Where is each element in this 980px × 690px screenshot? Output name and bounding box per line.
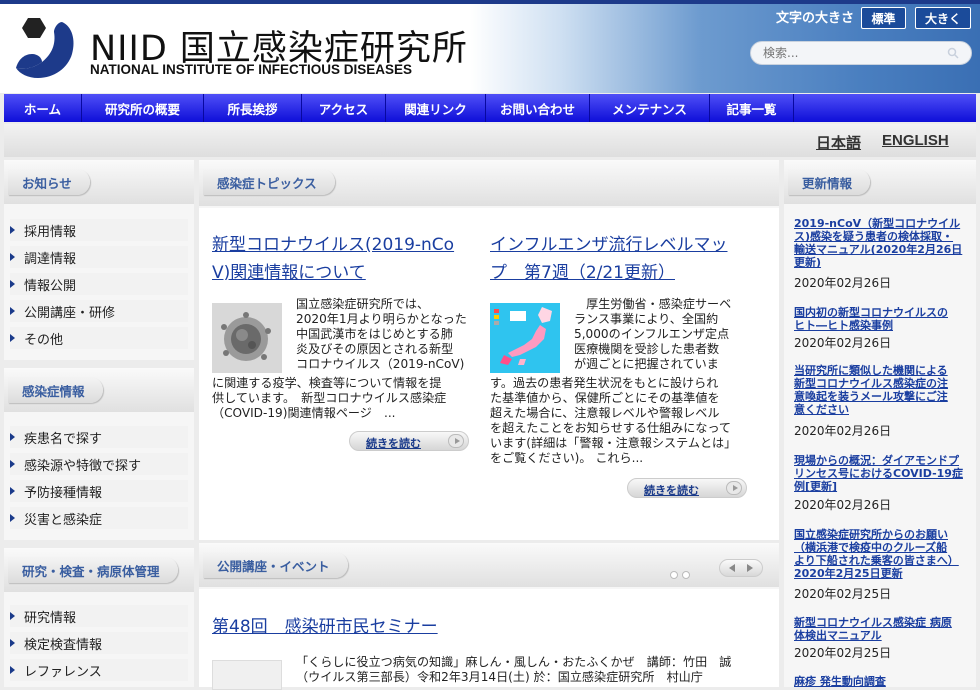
arrow-icon xyxy=(10,487,15,495)
research-title: 研究・検査・病原体管理 xyxy=(8,557,178,583)
update-date-6: 2020年02月25日 xyxy=(794,646,892,660)
article-covid-text-top: 国立感染症研究所では、 2020年1月より明らかとなった 中国武漢市をはじめとす… xyxy=(296,297,467,371)
article-flu-readmore-button[interactable]: 続きを読む xyxy=(627,478,747,498)
coronavirus-image xyxy=(212,303,282,373)
nav-maintenance[interactable]: メンテナンス xyxy=(590,94,710,122)
event-thumbnail xyxy=(212,660,282,690)
update-link-2[interactable]: 国内初の新型コロナウイルスの ヒト―ヒト感染事例 xyxy=(794,306,964,332)
article-flu-text-top: 厚生労働省・感染症サーベ ランス事業により、全国約 5,000のインフルエンザ定… xyxy=(574,297,732,371)
carousel-controls xyxy=(719,559,763,577)
menu-item-disaster[interactable]: 災害と感染症 xyxy=(10,507,188,529)
update-link-1[interactable]: 2019-nCoV（新型コロナウイル ス)感染を疑う患者の検体採取・ 輸送マニュ… xyxy=(794,217,964,269)
lang-japanese-link[interactable]: 日本語 xyxy=(816,132,861,153)
carousel-dot-2[interactable] xyxy=(682,571,690,579)
arrow-icon xyxy=(10,460,15,468)
update-link-4[interactable]: 現場からの概況：ダイアモンドプ リンセス号におけるCOVID-19症 例[更新] xyxy=(794,454,964,493)
article-covid-headline[interactable]: 新型コロナウイルス(2019-nCo V)関連情報について xyxy=(212,231,454,287)
arrow-icon xyxy=(10,280,15,288)
nav-greeting[interactable]: 所長挨拶 xyxy=(204,94,302,122)
article-covid-readmore-button[interactable]: 続きを読む xyxy=(349,431,469,451)
update-date-4: 2020年02月26日 xyxy=(794,498,892,512)
arrow-right-icon xyxy=(448,434,464,448)
update-link-5[interactable]: 国立感染症研究所からのお願い （横浜港で検疫中のクルーズ船 より下船された乗客の… xyxy=(794,528,964,580)
update-link-7[interactable]: 麻疹 発生動向調査 xyxy=(794,675,964,688)
carousel-dot-1[interactable] xyxy=(670,571,678,579)
nav-links[interactable]: 関連リンク xyxy=(386,94,486,122)
infection-panel: 感染症情報 疾患名で探す 感染源や特徴で探す 予防接種情報 災害と感染症 xyxy=(4,368,194,540)
research-panel: 研究・検査・病原体管理 研究情報 検定検査情報 レファレンス xyxy=(4,548,194,687)
menu-item-lectures[interactable]: 公開講座・研修 xyxy=(10,300,188,322)
updates-title: 更新情報 xyxy=(788,169,871,195)
font-size-label: 文字の大きさ xyxy=(776,11,855,26)
events-panel: 公開講座・イベント 第48回 感染研市民セミナー 「くらしに役立つ病気の知識」麻… xyxy=(199,543,779,690)
search-input[interactable] xyxy=(763,45,943,61)
nav-home[interactable]: ホーム xyxy=(4,94,82,122)
update-date-2: 2020年02月26日 xyxy=(794,336,892,350)
updates-panel: 更新情報 2019-nCoV（新型コロナウイル ス)感染を疑う患者の検体採取・ … xyxy=(784,160,976,688)
event-seminar-text: 「くらしに役立つ病気の知識」麻しん・風しん・おたふくかぜ 講師：竹田 誠 （ウイ… xyxy=(296,655,732,684)
arrow-icon xyxy=(10,514,15,522)
infection-title: 感染症情報 xyxy=(8,377,103,403)
main-nav: ホーム 研究所の概要 所長挨拶 アクセス 関連リンク お問い合わせ メンテナンス… xyxy=(4,94,976,122)
site-subtitle: NATIONAL INSTITUTE OF INFECTIOUS DISEASE… xyxy=(90,62,413,77)
arrow-right-icon xyxy=(726,481,742,495)
prev-arrow-icon[interactable] xyxy=(729,564,735,572)
font-size-large-button[interactable]: 大きく xyxy=(915,7,971,29)
notices-panel: お知らせ 採用情報 調達情報 情報公開 公開講座・研修 その他 xyxy=(4,160,194,360)
header-top-band xyxy=(0,0,980,4)
menu-item-disease-search[interactable]: 疾患名で探す xyxy=(10,426,188,448)
update-date-3: 2020年02月26日 xyxy=(794,424,892,438)
japan-influenza-map-image xyxy=(490,303,560,373)
article-covid-text-bottom: に関連する疫学、検査等について情報を提 供しています。 新型コロナウイルス感染症… xyxy=(212,376,447,420)
lang-english-link[interactable]: ENGLISH xyxy=(882,132,949,149)
article-flu-headline[interactable]: インフルエンザ流行レベルマッ プ 第7週（2/21更新） xyxy=(490,231,728,287)
search-box xyxy=(750,41,972,65)
next-arrow-icon[interactable] xyxy=(747,564,753,572)
events-title: 公開講座・イベント xyxy=(203,552,348,578)
menu-item-disclosure[interactable]: 情報公開 xyxy=(10,273,188,295)
menu-item-research[interactable]: 研究情報 xyxy=(10,605,188,627)
nav-about[interactable]: 研究所の概要 xyxy=(82,94,204,122)
arrow-icon xyxy=(10,307,15,315)
menu-item-other[interactable]: その他 xyxy=(10,327,188,349)
search-icon[interactable] xyxy=(947,47,959,59)
menu-item-recruit[interactable]: 採用情報 xyxy=(10,219,188,241)
arrow-icon xyxy=(10,639,15,647)
update-date-1: 2020年02月26日 xyxy=(794,276,892,290)
menu-item-source-search[interactable]: 感染源や特徴で探す xyxy=(10,453,188,475)
arrow-icon xyxy=(10,334,15,342)
update-link-3[interactable]: 当研究所に類似した機関による 新型コロナウイルス感染症の注 意喚起を装うメール攻… xyxy=(794,364,964,416)
event-seminar-headline[interactable]: 第48回 感染研市民セミナー xyxy=(212,613,438,641)
nav-access[interactable]: アクセス xyxy=(302,94,386,122)
language-bar: 日本語 ENGLISH xyxy=(4,124,976,157)
arrow-icon xyxy=(10,226,15,234)
topics-panel: 感染症トピックス 新型コロナウイルス(2019-nCo V)関連情報について 国… xyxy=(199,160,779,540)
arrow-icon xyxy=(10,666,15,674)
arrow-icon xyxy=(10,612,15,620)
arrow-icon xyxy=(10,253,15,261)
nav-articles[interactable]: 記事一覧 xyxy=(710,94,794,122)
niid-logo-icon[interactable] xyxy=(14,16,80,82)
update-date-5: 2020年02月25日 xyxy=(794,587,892,601)
menu-item-testing[interactable]: 検定検査情報 xyxy=(10,632,188,654)
article-flu-text-bottom: す。過去の患者発生状況をもとに設けられ た基準値から、保健所ごとにその基準値を … xyxy=(490,376,737,465)
site-header: NIID 国立感染症研究所 NATIONAL INSTITUTE OF INFE… xyxy=(0,0,980,93)
menu-item-reference[interactable]: レファレンス xyxy=(10,659,188,681)
update-link-6[interactable]: 新型コロナウイルス感染症 病原 体検出マニュアル xyxy=(794,616,964,642)
menu-item-procurement[interactable]: 調達情報 xyxy=(10,246,188,268)
font-size-standard-button[interactable]: 標準 xyxy=(861,7,906,29)
menu-item-vaccination[interactable]: 予防接種情報 xyxy=(10,480,188,502)
arrow-icon xyxy=(10,433,15,441)
topics-title: 感染症トピックス xyxy=(203,169,335,195)
notices-title: お知らせ xyxy=(8,169,90,195)
nav-contact[interactable]: お問い合わせ xyxy=(486,94,590,122)
